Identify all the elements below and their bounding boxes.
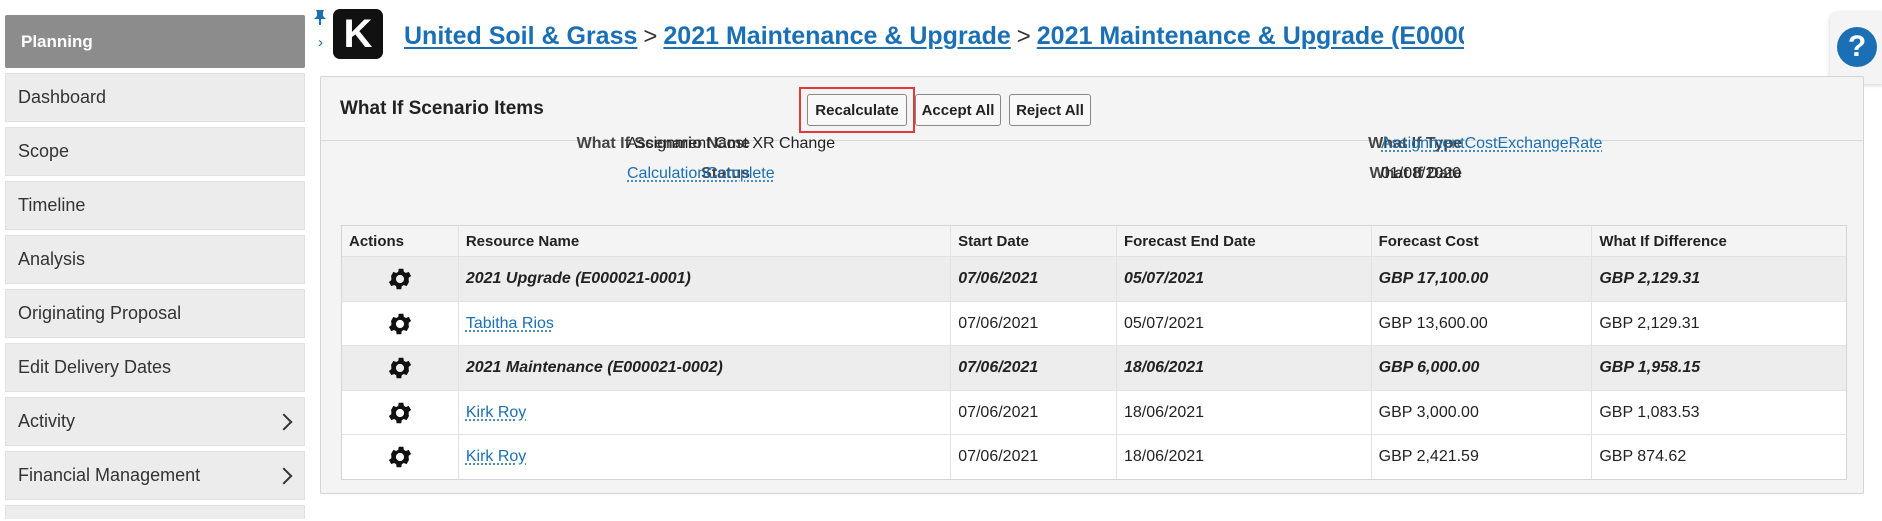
sidebar-header-label: Planning	[21, 31, 93, 51]
sidebar-item-label: Activity	[18, 411, 76, 431]
logo-letter: K	[343, 11, 373, 56]
help-icon: ?	[1837, 27, 1877, 67]
column-header-start-date[interactable]: Start Date	[951, 226, 1117, 256]
breadcrumb-item-project[interactable]: 2021 Maintenance & Upgrade	[663, 22, 1010, 51]
forecast-end-date-cell: 05/07/2021	[1117, 302, 1372, 345]
pin-icon[interactable]	[313, 9, 327, 25]
what-if-type-value-link[interactable]: AssignmentCostExchangeRate	[1381, 135, 1602, 153]
resource-link[interactable]: Tabitha Rios	[466, 315, 554, 333]
table-row: Kirk Roy 07/06/2021 18/06/2021 GBP 3,000…	[342, 391, 1846, 435]
table-row: Tabitha Rios 07/06/2021 05/07/2021 GBP 1…	[342, 302, 1846, 346]
gear-icon[interactable]	[386, 310, 414, 338]
breadcrumb-item-current[interactable]: 2021 Maintenance & Upgrade (E000021)	[1037, 22, 1464, 51]
start-date-cell: 07/06/2021	[951, 435, 1117, 479]
what-if-difference-cell: GBP 2,129.31	[1599, 314, 1700, 332]
forecast-cost-cell: GBP 17,100.00	[1372, 257, 1593, 301]
resource-name-cell: Tabitha Rios	[459, 302, 952, 345]
reject-all-button[interactable]: Reject All	[1009, 94, 1091, 126]
logo: K	[333, 9, 383, 59]
sidebar-item-financial-management[interactable]: Financial Management	[5, 451, 305, 500]
sidebar-item-analysis[interactable]: Analysis	[5, 235, 305, 284]
what-if-difference-cell: GBP 1,958.15	[1599, 359, 1701, 376]
forecast-end-date-cell: 18/06/2021	[1117, 346, 1372, 390]
table-header-row: Actions Resource Name Start Date Forecas…	[342, 226, 1846, 257]
forecast-cost-cell: GBP 6,000.00	[1372, 346, 1593, 390]
actions-cell	[342, 257, 459, 301]
resource-name-cell: 2021 Maintenance (E000021-0002)	[459, 346, 952, 390]
table-row: 2021 Maintenance (E000021-0002) 07/06/20…	[342, 346, 1846, 391]
sidebar-item-edit-delivery-dates[interactable]: Edit Delivery Dates	[5, 343, 305, 392]
help-button[interactable]: ?	[1830, 12, 1882, 84]
chevron-right-icon	[275, 413, 293, 430]
panel-title: What If Scenario Items	[340, 98, 544, 119]
column-header-forecast-cost[interactable]: Forecast Cost	[1372, 226, 1593, 256]
actions-cell	[342, 302, 459, 345]
column-header-forecast-end-date[interactable]: Forecast End Date	[1117, 226, 1372, 256]
forecast-cost-cell: GBP 13,600.00	[1372, 302, 1593, 345]
sidebar-item-activity[interactable]: Activity	[5, 397, 305, 446]
sidebar-item-label: Analysis	[18, 249, 86, 269]
sidebar: Planning Dashboard Scope Timeline Analys…	[5, 15, 305, 519]
panel-header: What If Scenario Items Recalculate Accep…	[321, 77, 1863, 141]
breadcrumb: United Soil & Grass > 2021 Maintenance &…	[404, 22, 1464, 51]
what-if-date-value: 01/08/2020	[1381, 165, 1462, 182]
help-label: ?	[1847, 30, 1867, 63]
actions-cell	[342, 391, 459, 434]
chevron-right-icon	[275, 467, 293, 484]
expand-arrow-icon[interactable]: ›	[318, 34, 323, 51]
forecast-cost-cell: GBP 3,000.00	[1372, 391, 1593, 434]
what-if-difference-cell: GBP 874.62	[1599, 448, 1687, 465]
sidebar-header-planning[interactable]: Planning	[5, 15, 305, 68]
start-date-cell: 07/06/2021	[951, 346, 1117, 390]
column-header-actions: Actions	[342, 226, 459, 256]
sidebar-item-label: Timeline	[18, 195, 86, 215]
what-if-scenario-panel: What If Scenario Items Recalculate Accep…	[320, 76, 1864, 494]
column-header-resource-name[interactable]: Resource Name	[459, 226, 952, 256]
gear-icon[interactable]	[386, 265, 414, 293]
forecast-end-date-cell: 18/06/2021	[1117, 435, 1372, 479]
sidebar-item-partial[interactable]	[5, 505, 305, 519]
sidebar-item-label: Originating Proposal	[18, 303, 182, 323]
forecast-end-date-cell: 05/07/2021	[1117, 257, 1372, 301]
accept-all-button[interactable]: Accept All	[915, 94, 1001, 126]
sidebar-item-timeline[interactable]: Timeline	[5, 181, 305, 230]
sidebar-item-label: Edit Delivery Dates	[18, 357, 172, 377]
breadcrumb-item-client[interactable]: United Soil & Grass	[404, 22, 637, 51]
forecast-end-date-cell: 18/06/2021	[1117, 391, 1372, 434]
sidebar-item-dashboard[interactable]: Dashboard	[5, 73, 305, 122]
sidebar-item-label: Financial Management	[18, 465, 201, 485]
scenario-items-table: Actions Resource Name Start Date Forecas…	[341, 225, 1847, 480]
column-header-what-if-difference[interactable]: What If Difference	[1592, 226, 1846, 256]
resource-link[interactable]: Kirk Roy	[466, 448, 526, 466]
table-row: 2021 Upgrade (E000021-0001) 07/06/2021 0…	[342, 257, 1846, 302]
gear-icon[interactable]	[386, 354, 414, 382]
gear-icon[interactable]	[386, 399, 414, 427]
what-if-difference-cell: GBP 1,083.53	[1599, 403, 1700, 421]
gear-icon[interactable]	[386, 443, 414, 471]
resource-link[interactable]: Kirk Roy	[466, 404, 526, 422]
actions-cell	[342, 435, 459, 479]
sidebar-item-scope[interactable]: Scope	[5, 127, 305, 176]
sidebar-item-label: Scope	[18, 141, 70, 161]
recalculate-button[interactable]: Recalculate	[807, 94, 907, 126]
sidebar-item-originating-proposal[interactable]: Originating Proposal	[5, 289, 305, 338]
resource-name-cell: Kirk Roy	[459, 391, 952, 434]
status-value-link[interactable]: CalculationComplete	[627, 165, 775, 183]
start-date-cell: 07/06/2021	[951, 391, 1117, 434]
table-row: Kirk Roy 07/06/2021 18/06/2021 GBP 2,421…	[342, 435, 1846, 479]
start-date-cell: 07/06/2021	[951, 257, 1117, 301]
resource-name-cell: 2021 Upgrade (E000021-0001)	[459, 257, 952, 301]
breadcrumb-separator: >	[643, 22, 658, 50]
scenario-name-value: Assignment Cost XR Change	[627, 135, 836, 152]
start-date-cell: 07/06/2021	[951, 302, 1117, 345]
what-if-difference-cell: GBP 2,129.31	[1599, 270, 1701, 287]
forecast-cost-cell: GBP 2,421.59	[1372, 435, 1593, 479]
breadcrumb-separator: >	[1016, 22, 1031, 50]
actions-cell	[342, 346, 459, 390]
sidebar-item-label: Dashboard	[18, 87, 107, 107]
resource-name-cell: Kirk Roy	[459, 435, 952, 479]
